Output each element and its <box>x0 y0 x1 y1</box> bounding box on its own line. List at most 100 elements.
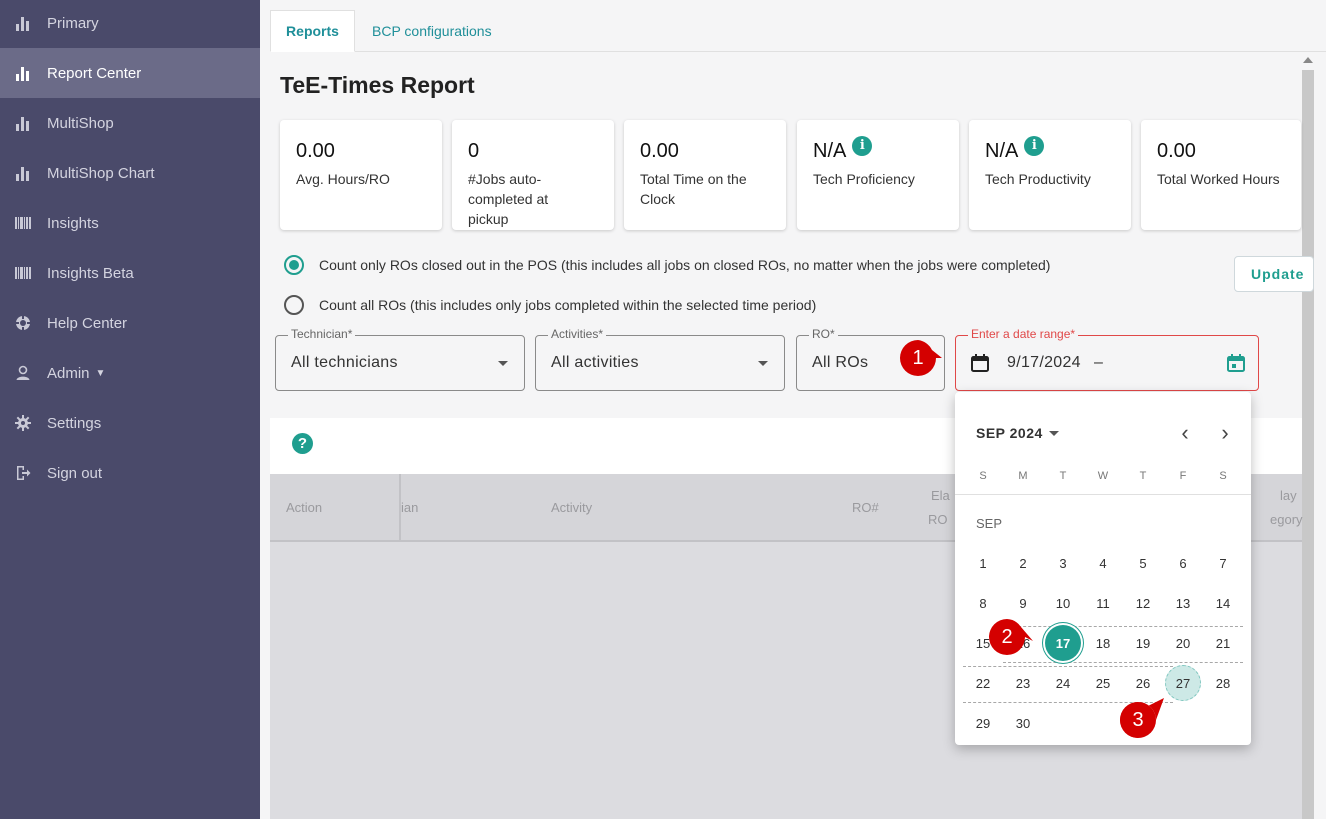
column-header-pay-category[interactable]: lay <box>1280 488 1297 503</box>
metric-card-jobs-auto-completed: 0 #Jobs auto-completed at pickup <box>452 120 614 230</box>
sidebar-item-insights[interactable]: Insights <box>0 198 260 248</box>
dropdown-arrow-icon <box>498 361 508 366</box>
weekday-label: T <box>1059 470 1067 482</box>
help-icon[interactable]: ? <box>292 433 313 454</box>
date-start-value[interactable]: 9/17/2024 <box>1007 354 1081 372</box>
scrollbar[interactable] <box>1302 70 1314 819</box>
column-header-pay-category-2[interactable]: egory <box>1270 512 1303 527</box>
sidebar-item-multishop[interactable]: MultiShop <box>0 98 260 148</box>
annotation-marker-2: 2 <box>987 617 1033 663</box>
weekday-label: F <box>1179 470 1187 482</box>
column-header-action[interactable]: Action <box>286 500 322 515</box>
calendar-day-22[interactable]: 22 <box>965 665 1001 701</box>
calendar-day-7[interactable]: 7 <box>1205 545 1241 581</box>
calendar-day-13[interactable]: 13 <box>1165 585 1201 621</box>
column-header-elapsed-ro[interactable]: RO <box>928 512 948 527</box>
radio-button[interactable] <box>284 295 304 315</box>
page-title: TeE-Times Report <box>280 72 475 98</box>
sidebar-item-multishop-chart[interactable]: MultiShop Chart <box>0 148 260 198</box>
column-header-elapsed[interactable]: Ela <box>931 488 950 503</box>
date-range-field[interactable]: Enter a date range* 9/17/2024 – <box>955 327 1259 391</box>
metric-label: Tech Productivity <box>985 171 1091 187</box>
calendar-day-14[interactable]: 14 <box>1205 585 1241 621</box>
tab-bar: Reports BCP configurations <box>270 10 1326 52</box>
sidebar-item-admin[interactable]: Admin ▼ <box>0 348 260 398</box>
calendar-day-29[interactable]: 29 <box>965 705 1001 741</box>
info-icon[interactable]: i <box>852 135 873 156</box>
month-section-label: SEP <box>976 516 1003 531</box>
barcode-icon <box>14 214 32 232</box>
divider <box>955 494 1251 495</box>
calendar-day-30[interactable]: 30 <box>1005 705 1041 741</box>
calendar-day-10[interactable]: 10 <box>1045 585 1081 621</box>
calendar-day-4[interactable]: 4 <box>1085 545 1121 581</box>
metric-card-tech-proficiency: N/A i Tech Proficiency <box>797 120 959 230</box>
calendar-day-19[interactable]: 19 <box>1125 625 1161 661</box>
previous-month-button[interactable]: ‹ <box>1170 418 1200 448</box>
barcode-icon <box>14 264 32 282</box>
column-header-ro-number[interactable]: RO# <box>852 500 879 515</box>
calendar-day-24[interactable]: 24 <box>1045 665 1081 701</box>
bar-chart-icon <box>14 14 32 32</box>
sidebar-item-sign-out[interactable]: Sign out <box>0 448 260 498</box>
calendar-day-8[interactable]: 8 <box>965 585 1001 621</box>
calendar-outline-icon[interactable] <box>970 353 990 378</box>
column-header-technician[interactable]: ian <box>401 500 418 515</box>
calendar-day-20[interactable]: 20 <box>1165 625 1201 661</box>
metric-value: 0 <box>468 140 480 162</box>
weekday-label: M <box>1018 470 1028 482</box>
calendar-day-2[interactable]: 2 <box>1005 545 1041 581</box>
sidebar-item-insights-beta[interactable]: Insights Beta <box>0 248 260 298</box>
scroll-up-icon[interactable] <box>1303 57 1313 63</box>
tab-bcp-configurations[interactable]: BCP configurations <box>356 10 508 52</box>
user-icon <box>14 364 32 382</box>
metric-value: 0.00 <box>1157 140 1196 162</box>
calendar-day-18[interactable]: 18 <box>1085 625 1121 661</box>
radio-option-closed-ros[interactable]: Count only ROs closed out in the POS (th… <box>284 255 1050 275</box>
calendar-day-27[interactable]: 27 <box>1165 665 1201 701</box>
date-range-separator: – <box>1094 354 1104 371</box>
radio-option-all-ros[interactable]: Count all ROs (this includes only jobs c… <box>284 295 816 315</box>
metric-value-row: N/A i <box>813 135 943 163</box>
calendar-day-26[interactable]: 26 <box>1125 665 1161 701</box>
radio-button-checked[interactable] <box>284 255 304 275</box>
sidebar-item-label: Primary <box>47 14 99 32</box>
sidebar-item-primary[interactable]: Primary <box>0 0 260 48</box>
metric-value: 0.00 <box>640 140 679 162</box>
metric-label: Avg. Hours/RO <box>296 171 390 187</box>
update-button[interactable]: Update <box>1234 256 1314 292</box>
field-value: All ROs <box>812 354 869 371</box>
calendar-day-5[interactable]: 5 <box>1125 545 1161 581</box>
calendar-day-12[interactable]: 12 <box>1125 585 1161 621</box>
calendar-icon[interactable] <box>1226 353 1246 378</box>
calendar-day-1[interactable]: 1 <box>965 545 1001 581</box>
sidebar-item-report-center[interactable]: Report Center <box>0 48 260 98</box>
radio-label: Count only ROs closed out in the POS (th… <box>319 257 1051 273</box>
annotation-marker-3: 3 <box>1118 698 1164 744</box>
calendar-day-6[interactable]: 6 <box>1165 545 1201 581</box>
calendar-day-21[interactable]: 21 <box>1205 625 1241 661</box>
tab-reports[interactable]: Reports <box>270 10 355 52</box>
sidebar-item-help-center[interactable]: Help Center <box>0 298 260 348</box>
sidebar: Primary Report Center MultiShop MultiSho… <box>0 0 260 819</box>
activities-select[interactable]: Activities* All activities <box>535 327 785 391</box>
calendar-day-3[interactable]: 3 <box>1045 545 1081 581</box>
sidebar-item-settings[interactable]: Settings <box>0 398 260 448</box>
month-year-selector[interactable]: SEP 2024 <box>976 425 1059 441</box>
calendar-day-11[interactable]: 11 <box>1085 585 1121 621</box>
sidebar-item-label: Insights Beta <box>47 264 134 282</box>
calendar-day-17[interactable]: 17 <box>1045 625 1081 661</box>
field-value: All activities <box>551 354 639 371</box>
info-icon[interactable]: i <box>1024 135 1045 156</box>
next-month-button[interactable]: › <box>1210 418 1240 448</box>
weekday-label: W <box>1097 470 1109 482</box>
calendar-day-9[interactable]: 9 <box>1005 585 1041 621</box>
sidebar-item-label: Sign out <box>47 464 103 482</box>
field-label: Activities* <box>548 327 607 341</box>
calendar-day-28[interactable]: 28 <box>1205 665 1241 701</box>
calendar-day-25[interactable]: 25 <box>1085 665 1121 701</box>
column-header-activity[interactable]: Activity <box>551 500 592 515</box>
technician-select[interactable]: Technician* All technicians <box>275 327 525 391</box>
calendar-day-23[interactable]: 23 <box>1005 665 1041 701</box>
field-label: Enter a date range* <box>968 327 1079 341</box>
